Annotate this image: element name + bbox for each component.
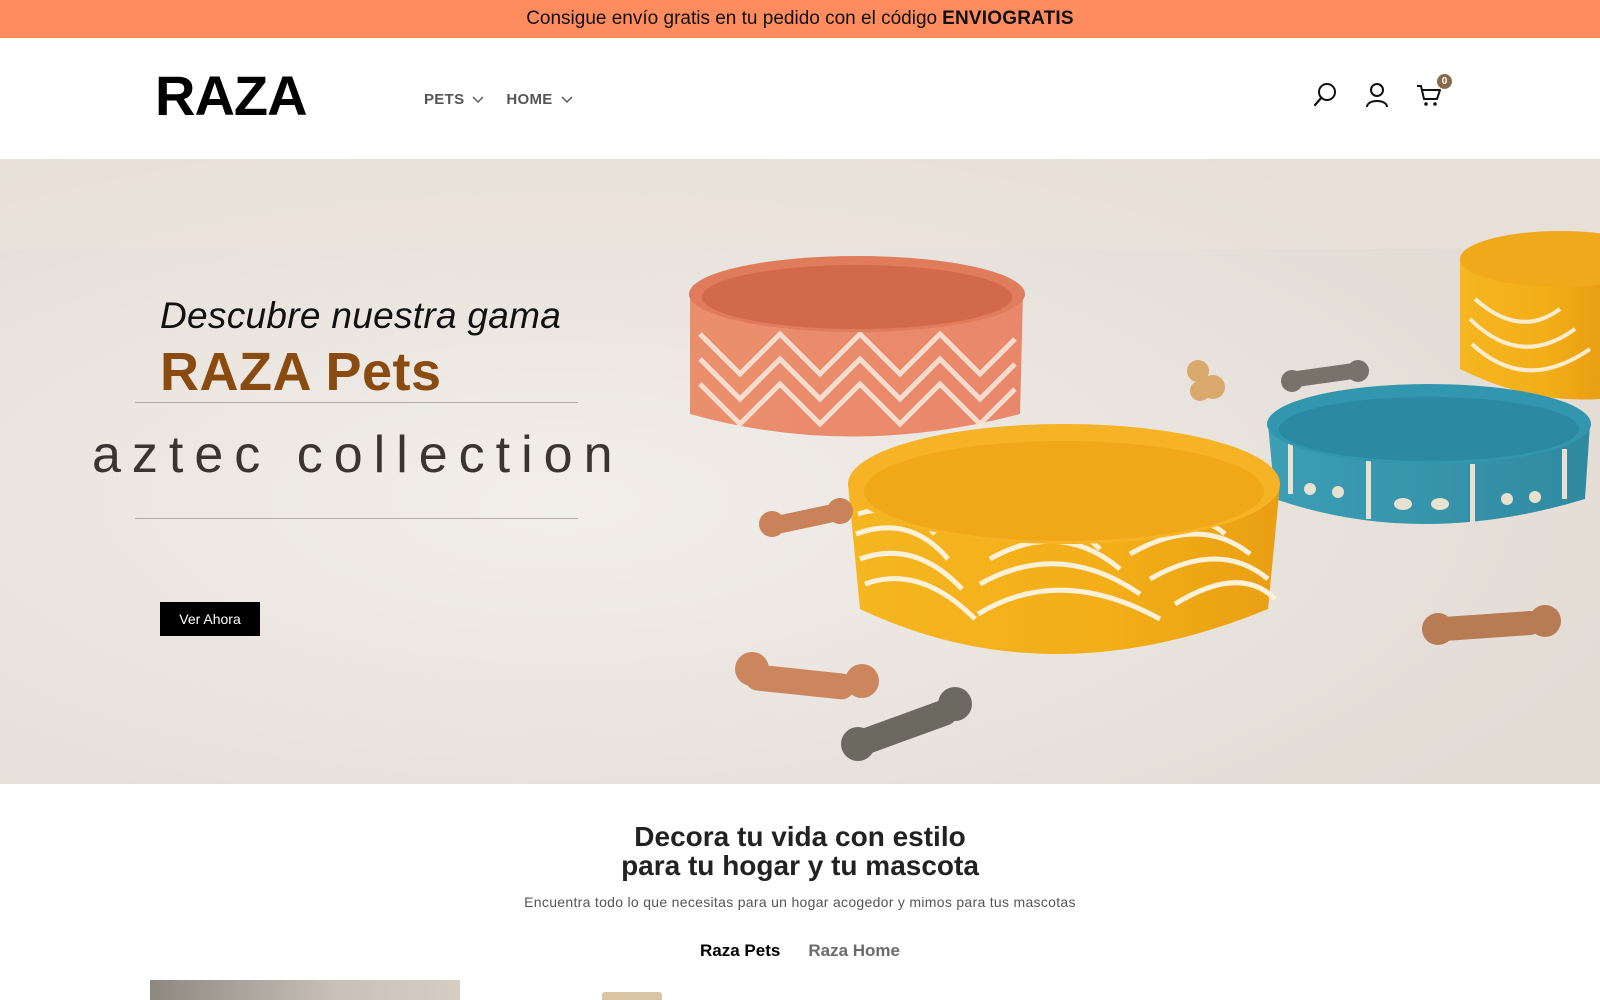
cart-button[interactable]: 0	[1416, 74, 1452, 108]
hero-collection-title: aztec collection	[92, 426, 624, 484]
chevron-down-icon	[561, 96, 573, 103]
header-icons: 0	[1312, 74, 1452, 108]
site-header: RAZA PETS HOME 0	[0, 38, 1600, 159]
hero-divider-top	[135, 402, 578, 403]
promo-code: ENVIOGRATIS	[942, 8, 1074, 29]
hero-heading: RAZA Pets	[160, 342, 442, 402]
hero-banner: Descubre nuestra gama RAZA Pets aztec co…	[0, 159, 1600, 784]
nav-item-label: HOME	[506, 91, 553, 108]
tab-raza-pets[interactable]: Raza Pets	[700, 941, 780, 961]
section-title-line2: para tu hogar y tu mascota	[621, 850, 979, 881]
cart-count-badge: 0	[1437, 74, 1452, 89]
hero-divider-bottom	[135, 518, 578, 519]
user-icon	[1366, 83, 1388, 108]
nav-item-pets[interactable]: PETS	[424, 91, 484, 108]
account-button[interactable]	[1364, 82, 1390, 108]
section-subtitle: Encuentra todo lo que necesitas para un …	[524, 894, 1076, 910]
section-title: Decora tu vida con estilo para tu hogar …	[0, 822, 1600, 880]
nav-item-home[interactable]: HOME	[506, 91, 573, 108]
hero-subheading: Descubre nuestra gama	[160, 295, 562, 336]
search-icon	[1313, 83, 1336, 107]
announcement-bar: Consigue envío gratis en tu pedido con e…	[0, 0, 1600, 38]
ver-ahora-button[interactable]: Ver Ahora	[160, 602, 260, 636]
main-nav: PETS HOME	[424, 91, 573, 108]
product-image[interactable]	[150, 980, 460, 1000]
announcement-text: Consigue envío gratis en tu pedido con e…	[526, 8, 938, 29]
logo[interactable]: RAZA	[155, 68, 308, 124]
chevron-down-icon	[472, 96, 484, 103]
section-title-line1: Decora tu vida con estilo	[634, 821, 966, 852]
search-button[interactable]	[1312, 82, 1338, 108]
collection-tabs: Raza Pets Raza Home	[0, 941, 1600, 961]
product-image[interactable]	[602, 992, 662, 1000]
tab-raza-home[interactable]: Raza Home	[808, 941, 900, 961]
nav-item-label: PETS	[424, 91, 465, 108]
